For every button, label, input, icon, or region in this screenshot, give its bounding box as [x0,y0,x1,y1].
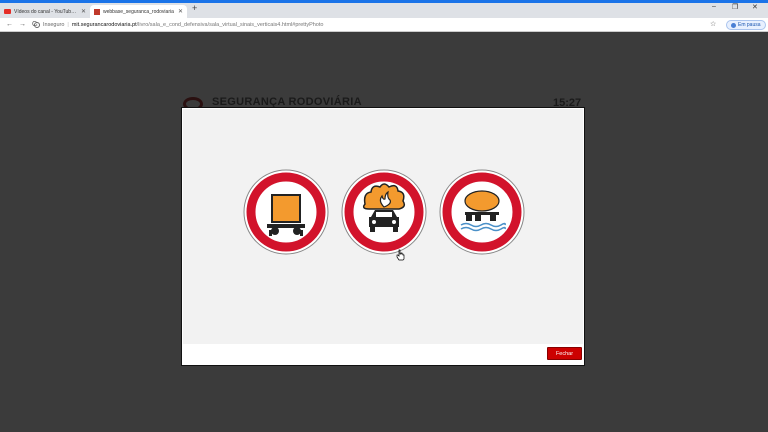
prohibited-explosives-sign-icon [341,169,427,255]
url-path: /livro/sala_e_cond_defensiva/sala_virtua… [136,22,324,28]
youtube-icon [4,9,11,14]
back-arrow-icon[interactable]: ← [6,21,13,28]
site-favicon-icon [94,8,100,15]
profile-pause-button[interactable]: Em pausa [726,20,766,30]
lightbox-content [183,109,583,344]
bookmark-star-icon[interactable]: ☆ [710,20,716,28]
address-bar: ← → C i Inseguro | mit.segurancarodoviar… [0,18,768,32]
info-icon[interactable]: i [34,22,40,28]
prohibited-dangerous-goods-sign-icon [243,169,329,255]
maximize-button[interactable]: ❐ [732,3,738,11]
tab-title: webbase_seguranca_rodoviaria [103,8,174,15]
close-window-button[interactable]: ✕ [752,3,758,11]
tab-webbase[interactable]: webbase_seguranca_rodoviaria ✕ [90,5,187,18]
tab-title: Vídeos do canal - YouTube Studio [14,8,78,15]
tab-bar: Vídeos do canal - YouTube Studio ✕ webba… [0,3,768,18]
tab-close-icon[interactable]: ✕ [81,8,86,15]
minimize-button[interactable]: – [712,3,716,10]
new-tab-button[interactable]: + [192,3,197,13]
lightbox-modal: Fechar [181,107,585,366]
tab-youtube-studio[interactable]: Vídeos do canal - YouTube Studio ✕ [0,5,90,18]
forward-arrow-icon[interactable]: → [19,21,26,28]
url-host: mit.segurancarodoviaria.pt [71,22,137,28]
tab-close-icon[interactable]: ✕ [178,8,183,15]
hand-cursor-icon [396,249,405,261]
profile-avatar-icon [731,22,736,28]
profile-pause-label: Em pausa [738,22,761,28]
url-separator: | [67,22,69,28]
security-label: Inseguro [43,22,65,28]
close-button[interactable]: Fechar [547,347,582,360]
prohibited-water-polluting-sign-icon [439,169,525,255]
url-field[interactable]: i Inseguro | mit.segurancarodoviaria.pt/… [34,19,714,31]
